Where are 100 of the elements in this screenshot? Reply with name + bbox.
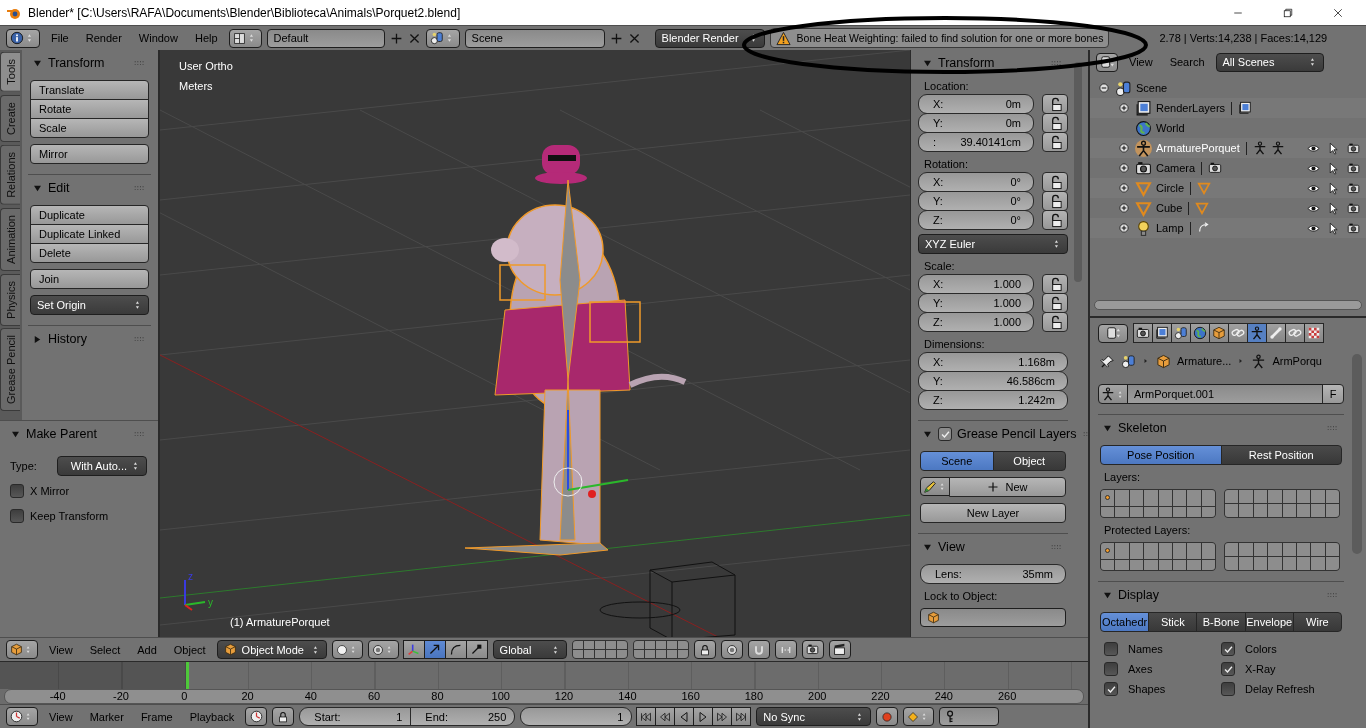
number-field[interactable]: X: 1.168m [918,352,1068,372]
side-tab[interactable]: Tools [0,52,20,92]
panel-title: History [48,332,87,346]
mode-dropdown[interactable]: Object Mode [216,640,327,659]
menu-item[interactable]: Frame [134,706,179,727]
checkbox-label: Colors [1245,643,1277,655]
menu-item[interactable]: Window [132,28,184,48]
section-label: Rotation: [923,157,970,172]
number-field[interactable]: : 39.40141cm [918,132,1034,152]
checkbox-label: Names [1128,643,1163,655]
axis-label: z [188,571,193,582]
number-field[interactable]: X: 0m [918,94,1034,114]
toggle-tab[interactable]: Rest Position [1220,445,1342,465]
toggle-tab[interactable]: Scene [920,451,994,471]
number-field[interactable]: Y: 1.000 [918,293,1034,313]
side-tab[interactable]: Grease Pencil [0,328,20,412]
section-label: Protected Layers: [1103,524,1192,536]
frame-range-field[interactable]: Start: 1 End: 250 [299,707,516,726]
display-mode-dropdown[interactable]: All Scenes [1215,52,1324,72]
tool-button[interactable]: Join [30,269,149,289]
view-name: User Ortho [179,60,233,72]
section-label: Dimensions: [923,337,986,352]
toggle-tab[interactable]: Wire [1292,612,1342,632]
toggle-tab[interactable]: Octahedr [1100,612,1150,632]
menu-item[interactable]: Select [83,639,127,660]
toggle-tab[interactable]: Envelope [1244,612,1294,632]
number-field[interactable]: X: 0° [918,172,1034,192]
tool-button[interactable]: Translate [30,80,149,100]
checkbox-label: X-Ray [1245,663,1276,675]
tree-item[interactable]: RenderLayers [1156,102,1226,114]
panel-title: Transform [938,56,995,70]
panel-title: Transform [48,56,105,70]
number-field[interactable]: Y: 0m [918,113,1034,133]
tool-button[interactable]: Delete [30,243,149,263]
number-field[interactable]: Lens: 35mm [920,564,1066,584]
field-label: Lock to Object: [923,590,999,602]
menu-item[interactable]: Object [167,639,212,660]
menu-item[interactable]: View [43,639,79,660]
tool-button[interactable]: Mirror [30,144,149,164]
panel-title: Display [1118,588,1159,602]
orientation-dropdown[interactable]: Global [492,640,567,659]
toggle-tab[interactable]: Pose Position [1100,445,1222,465]
menu-item[interactable]: View [43,706,79,727]
number-field[interactable]: Z: 0° [918,210,1034,230]
sync-dropdown[interactable]: No Sync [756,707,872,726]
tree-item[interactable]: Scene [1136,82,1168,94]
breadcrumb-item: ArmPorqu [1272,355,1322,367]
window-title: Blender* [C:\Users\RAFA\Documents\Blender\Biblioteca\Animals\Porquet2.blend] [28,5,462,20]
side-tab[interactable]: Relations [0,144,20,205]
tool-button[interactable]: Scale [30,118,149,138]
tree-item[interactable]: Lamp [1156,222,1184,234]
section-label: Layers: [1103,471,1142,483]
number-field[interactable]: Y: 0° [918,191,1034,211]
fake-user-button[interactable]: F [1322,384,1344,404]
menu-item[interactable]: Playback [183,706,241,727]
side-tab[interactable]: Create [0,94,20,142]
menu-item[interactable]: Search [1163,52,1211,72]
dropdown[interactable]: With Auto... [57,455,147,476]
datablock-name-field[interactable]: ArmPorquet.001 [1127,384,1323,404]
tree-item[interactable]: World [1156,122,1185,134]
checkbox-label: Axes [1128,663,1153,675]
new-layer-button[interactable]: New Layer [920,503,1066,523]
number-field[interactable]: Y: 46.586cm [918,371,1068,391]
active-object-label: (1) ArmaturePorquet [230,616,330,628]
menu-item[interactable]: Marker [83,706,130,727]
layout-name-field[interactable]: Default [266,28,385,48]
rotation-mode-dropdown[interactable]: XYZ Euler [918,234,1068,254]
scene-name-field[interactable]: Scene [464,28,605,48]
menu-item[interactable]: Help [188,28,224,48]
tree-item[interactable]: Circle [1156,182,1185,194]
toggle-tab[interactable]: B-Bone [1196,612,1246,632]
scene-stats: 2.78 | Verts:14,238 | Faces:14,129 [1159,32,1328,44]
tool-button[interactable]: Rotate [30,99,149,119]
dropdown[interactable]: Set Origin [30,295,149,315]
number-field[interactable]: X: 1.000 [918,274,1034,294]
new-button[interactable]: New [949,477,1066,497]
menu-item[interactable]: Add [131,639,163,660]
axis-label: y [208,597,213,608]
unit-label: Meters [179,80,213,92]
section-label: Scale: [923,259,956,274]
current-frame-field[interactable]: 1 [520,707,633,726]
number-field[interactable]: Z: 1.000 [918,312,1034,332]
toggle-tab[interactable]: Stick [1148,612,1198,632]
tree-item[interactable]: Cube [1156,202,1183,214]
panel-title: Edit [48,181,70,195]
frame-ruler[interactable]: -40 -20 0 20 40 60 80 100 120 140 160 180 200 220 240 260 [4,689,1084,704]
panel-title: Skeleton [1118,421,1167,435]
toggle-tab[interactable]: Object [992,451,1066,471]
tree-item[interactable]: ArmaturePorquet [1156,142,1240,154]
menu-item[interactable]: Render [79,28,128,48]
tree-item[interactable]: Camera [1156,162,1196,174]
render-engine-dropdown[interactable]: Blender Render [654,28,765,48]
tool-button[interactable]: Duplicate Linked [30,224,149,244]
tool-button[interactable]: Duplicate [30,205,149,225]
menu-item[interactable]: View [1123,52,1159,72]
checkbox-label: Delay Refresh [1245,683,1315,695]
breadcrumb-item: Armature... [1177,355,1232,367]
number-field[interactable]: Z: 1.242m [918,390,1068,410]
menu-item[interactable]: File [45,28,75,48]
panel-title: Make Parent [26,427,97,441]
